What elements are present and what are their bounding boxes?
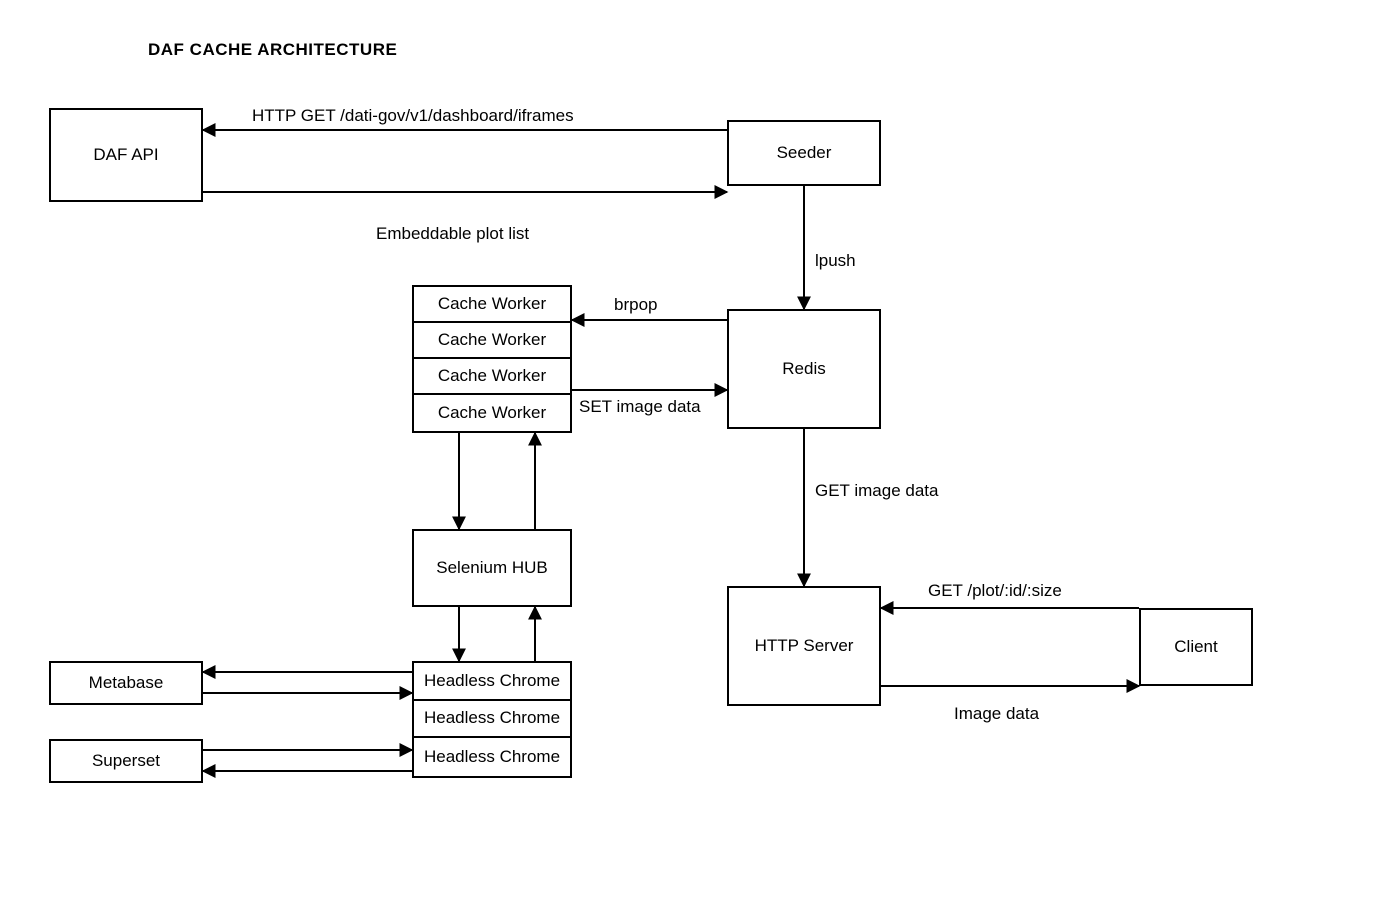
node-seeder: Seeder bbox=[727, 120, 881, 186]
headless-chrome-row: Headless Chrome bbox=[414, 663, 570, 701]
node-selenium-hub: Selenium HUB bbox=[412, 529, 572, 607]
edge-label-lpush: lpush bbox=[815, 251, 856, 271]
headless-chrome-row: Headless Chrome bbox=[414, 738, 570, 776]
node-redis-label: Redis bbox=[782, 359, 825, 379]
node-superset-label: Superset bbox=[92, 751, 160, 771]
node-metabase-label: Metabase bbox=[89, 673, 164, 693]
cache-worker-row: Cache Worker bbox=[414, 359, 570, 395]
node-cache-workers: Cache Worker Cache Worker Cache Worker C… bbox=[412, 285, 572, 433]
edge-label-get-image: GET image data bbox=[815, 481, 938, 501]
node-metabase: Metabase bbox=[49, 661, 203, 705]
diagram-title: DAF CACHE ARCHITECTURE bbox=[148, 40, 397, 60]
cache-worker-row: Cache Worker bbox=[414, 323, 570, 359]
edge-label-get-plot: GET /plot/:id/:size bbox=[928, 581, 1062, 601]
node-client-label: Client bbox=[1174, 637, 1217, 657]
node-http-server: HTTP Server bbox=[727, 586, 881, 706]
node-headless-chrome: Headless Chrome Headless Chrome Headless… bbox=[412, 661, 572, 778]
edge-label-http-get: HTTP GET /dati-gov/v1/dashboard/iframes bbox=[252, 106, 574, 126]
node-redis: Redis bbox=[727, 309, 881, 429]
node-selenium-hub-label: Selenium HUB bbox=[436, 558, 548, 578]
node-seeder-label: Seeder bbox=[777, 143, 832, 163]
edge-label-set-image: SET image data bbox=[579, 397, 701, 417]
node-superset: Superset bbox=[49, 739, 203, 783]
edge-label-image-data: Image data bbox=[954, 704, 1039, 724]
headless-chrome-row: Headless Chrome bbox=[414, 701, 570, 739]
node-daf-api: DAF API bbox=[49, 108, 203, 202]
diagram-edges bbox=[0, 0, 1376, 899]
cache-worker-row: Cache Worker bbox=[414, 287, 570, 323]
edge-label-embeddable-list: Embeddable plot list bbox=[376, 224, 529, 244]
node-client: Client bbox=[1139, 608, 1253, 686]
node-http-server-label: HTTP Server bbox=[755, 636, 854, 656]
cache-worker-row: Cache Worker bbox=[414, 395, 570, 431]
edge-label-brpop: brpop bbox=[614, 295, 657, 315]
node-daf-api-label: DAF API bbox=[93, 145, 158, 165]
